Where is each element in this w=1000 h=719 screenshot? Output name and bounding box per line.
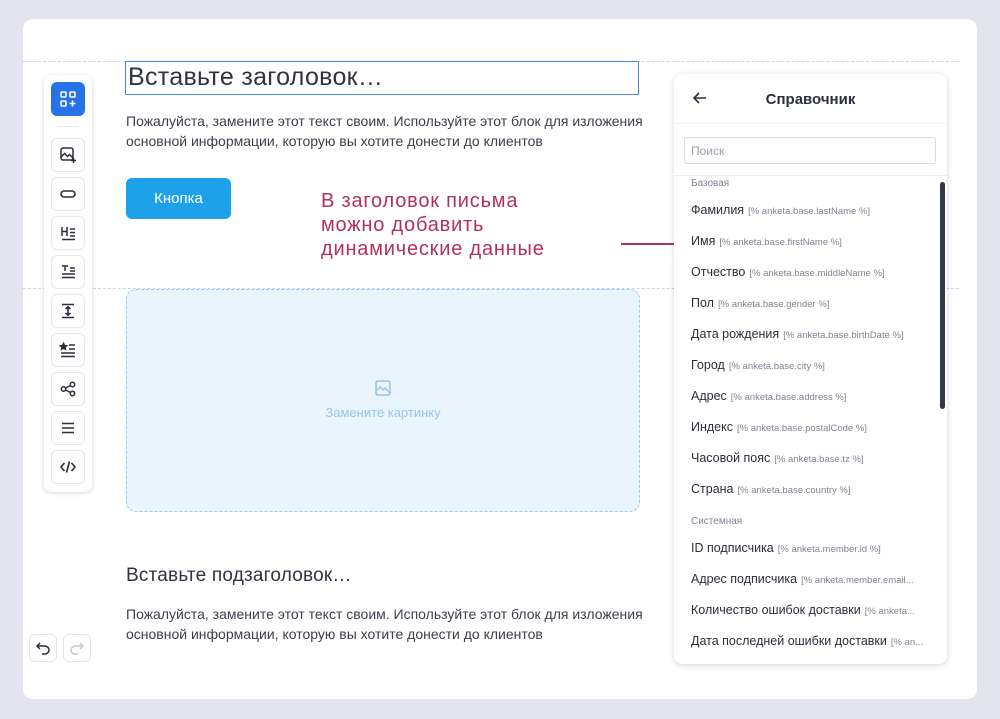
panel-title: Справочник — [765, 91, 856, 108]
block-toolbar — [44, 75, 92, 492]
scrollbar-thumb[interactable] — [940, 182, 945, 409]
toolbar-divider — [58, 126, 78, 127]
annotation-line-1: В заголовок письма — [321, 190, 519, 212]
blocks-button[interactable] — [51, 82, 85, 116]
cta-button[interactable]: Кнопка — [126, 178, 231, 219]
share-icon — [60, 381, 76, 397]
code-button[interactable] — [51, 450, 85, 484]
email-title-input[interactable]: Вставьте заголовок… — [125, 61, 639, 95]
reference-item[interactable]: Часовой пояс [% anketa.base.tz %] — [691, 442, 929, 473]
image-add-button[interactable] — [51, 138, 85, 172]
subtitle-text[interactable]: Вставьте подзаголовок… — [126, 565, 352, 587]
text-button[interactable] — [51, 255, 85, 289]
search-input[interactable] — [684, 137, 936, 164]
reference-item-name: Часовой пояс — [691, 451, 771, 465]
reference-item-code: [% anketa.base.birthDate %] — [783, 330, 904, 341]
list-button[interactable] — [51, 333, 85, 367]
reference-item[interactable]: Дата рождения [% anketa.base.birthDate %] — [691, 318, 929, 349]
reference-item-name: ID подписчика — [691, 541, 774, 555]
menu-button[interactable] — [51, 411, 85, 445]
reference-item[interactable]: Страна [% anketa.base.country %] — [691, 473, 929, 504]
reference-item-name: Дата рождения — [691, 327, 780, 341]
reference-item-name: Адрес подписчика — [691, 572, 798, 586]
image-placeholder-label: Замените картинку — [325, 405, 441, 420]
reference-item-code: [% anketa.base.lastName %] — [748, 206, 871, 217]
reference-item-code: [% anketa.base.city %] — [728, 361, 825, 372]
undo-button[interactable] — [29, 634, 57, 662]
undo-icon — [35, 642, 50, 655]
section-label: Базовая — [691, 178, 730, 189]
list-icon — [59, 341, 75, 358]
redo-icon — [70, 642, 85, 655]
heading-icon — [61, 227, 75, 241]
reference-item-code: [% anketa... — [864, 606, 915, 617]
code-icon — [59, 461, 77, 473]
reference-item-code: [% anketa.base.firstName %] — [719, 237, 842, 248]
annotation-line-3: динамические данные — [321, 238, 545, 260]
link-button[interactable] — [51, 177, 85, 211]
panel-header: Справочник — [674, 74, 947, 124]
reference-item-name: Индекс — [691, 420, 733, 434]
reference-item[interactable]: Фамилия [% anketa.base.lastName %] — [691, 194, 929, 225]
image-icon — [375, 380, 391, 396]
reference-item[interactable]: Город [% anketa.base.city %] — [691, 349, 929, 380]
text-icon — [62, 265, 75, 279]
reference-item-name: Имя — [691, 234, 716, 248]
annotation-line-2: можно добавить — [321, 214, 485, 236]
redo-button[interactable] — [63, 634, 91, 662]
reference-item[interactable]: Количество ошибок доставки [% anketa... — [691, 594, 929, 625]
reference-item[interactable]: Адрес [% anketa.base.address %] — [691, 380, 929, 411]
reference-panel: Справочник БазоваяФамилия[% anketa.base.… — [674, 74, 947, 664]
reference-item[interactable]: Адрес подписчика [% anketa.member.email..… — [691, 563, 929, 594]
image-placeholder-block[interactable]: Замените картинку — [126, 289, 640, 512]
reference-item[interactable]: ID подписчика [% anketa.member.id %] — [691, 532, 929, 563]
reference-item-code: [% anketa.base.middleName %] — [749, 268, 885, 279]
reference-item-code: [% anketa.base.address %] — [730, 392, 847, 403]
reference-item-name: Пол — [691, 296, 714, 310]
reference-item-code: [% anketa.member.id %] — [777, 544, 881, 555]
reference-item-name: Город — [691, 358, 725, 372]
reference-item-code: [% anketa.base.gender %] — [717, 299, 830, 310]
annotation-pointer-line — [621, 243, 679, 245]
reference-item-name: Фамилия — [691, 203, 745, 217]
section-label: Системная — [691, 516, 743, 527]
reference-list: Базовая Фамилия [% anketa.base.lastName %]… — [691, 176, 929, 656]
reference-item[interactable]: Пол [% anketa.base.gender %] — [691, 287, 929, 318]
reference-item-name: Страна — [691, 482, 734, 496]
body-paragraph-2[interactable]: Пожалуйста, замените этот текст своим. И… — [126, 604, 646, 644]
menu-icon — [62, 422, 74, 434]
blocks-icon — [60, 91, 76, 107]
reference-item[interactable]: Индекс [% anketa.base.postalCode %] — [691, 411, 929, 442]
reference-item-code: [% anketa.member.email... — [801, 575, 914, 586]
reference-item[interactable]: Имя [% anketa.base.firstName %] — [691, 225, 929, 256]
spacer-button[interactable] — [51, 294, 85, 328]
reference-item[interactable]: Дата последней ошибки доставки [% an... — [691, 625, 929, 656]
link-icon — [60, 190, 76, 198]
reference-item-code: [% anketa.base.postalCode %] — [737, 423, 867, 434]
heading-button[interactable] — [51, 216, 85, 250]
reference-item-code: [% anketa.base.country %] — [737, 485, 851, 496]
editor-frame: Вставьте заголовок… Пожалуйста, замените… — [23, 19, 977, 699]
reference-item-name: Адрес — [691, 389, 727, 403]
reference-item-name: Дата последней ошибки доставки — [691, 634, 887, 648]
reference-item-code: [% anketa.base.tz %] — [774, 454, 864, 465]
reference-item-code: [% an... — [890, 637, 924, 648]
spacer-icon — [62, 303, 74, 319]
reference-item-name: Количество ошибок доставки — [691, 603, 861, 617]
annotation-text: В заголовок письма можно добавить динами… — [321, 189, 621, 261]
share-button[interactable] — [51, 372, 85, 406]
body-paragraph[interactable]: Пожалуйста, замените этот текст своим. И… — [126, 111, 646, 151]
image-add-icon — [60, 147, 76, 163]
reference-item-name: Отчество — [691, 265, 746, 279]
reference-item[interactable]: Отчество [% anketa.base.middleName %] — [691, 256, 929, 287]
